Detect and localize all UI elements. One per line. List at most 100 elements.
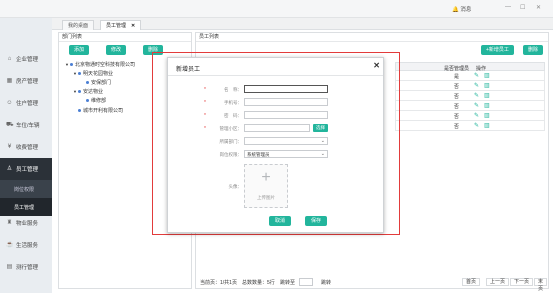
department-label: 所属部门： [219,139,243,144]
cancel-button[interactable]: 取消 [269,216,292,226]
sidebar: ⌂ 企业管理 ▦ 房产管理 ☺ 住户管理 ⛟ 车位/车辆 ¥ 收费管理 ♙ 员工管理 岗位权… [0,18,52,293]
upload-label: 上传图片 [257,195,275,200]
tab-staff[interactable]: 员工管理 ✕ [100,20,142,30]
community-label: 管理小区： [219,126,243,131]
sidebar-item-label: 车位/车辆 [16,123,40,129]
node-icon [70,63,73,67]
save-button[interactable]: 保存 [305,216,328,226]
table-row: 否 ✎ ▥ [395,101,545,111]
edit-icon[interactable]: ✎ [474,112,479,119]
sidebar-subitem-positions[interactable]: 岗位权限 [0,180,52,198]
messages-label: 消息 [460,7,472,13]
cell-admin: 否 [454,104,460,110]
first-page-button[interactable]: 首页 [462,278,481,286]
tree-node-label: 安保部门 [91,80,112,86]
role-value: 系统管理员 [247,152,270,157]
sidebar-item-testing[interactable]: ▤ 测行管理 [0,256,52,278]
cell-admin: 否 [454,94,460,100]
node-icon [86,99,89,103]
sidebar-item-label: 生活服务 [16,243,39,249]
table-header: 是否管理员 操作 [395,62,545,72]
pagination: 当前页：1/共1页 总数数量：5行 跳转至 跳转 首页 上一页 下一页 末页 [197,278,548,292]
panel-title: 部门列表 [59,33,191,42]
dialog-header: 新增员工 ✕ [168,58,383,76]
tree-node[interactable]: ▼ 安达物业 [73,88,103,95]
tree-node-label: 北京物通时空科技有限公司 [75,62,136,68]
edit-icon[interactable]: ✎ [474,102,479,109]
total-count: 总数数量：5行 [242,280,275,286]
sidebar-item-label: 企业管理 [16,57,39,63]
car-icon: ⛟ [6,121,14,128]
trash-icon[interactable]: ▥ [484,112,490,119]
page-jump-input[interactable] [299,278,313,286]
close-window-icon[interactable]: ✕ [536,4,541,11]
edit-icon[interactable]: ✎ [474,72,479,79]
sidebar-item-life-service[interactable]: ☕ 生活服务 [0,234,52,256]
panel-title: 员工列表 [196,33,548,42]
minimize-icon[interactable]: — [505,4,511,10]
edit-icon[interactable]: ✎ [474,122,479,129]
tree-node-label: 城市开利有限公司 [83,108,124,114]
goto-label: 跳转至 [280,280,296,286]
avatar-upload[interactable]: + 上传图片 [244,164,288,208]
sidebar-item-fees[interactable]: ¥ 收费管理 [0,136,52,158]
edit-icon[interactable]: ✎ [474,92,479,99]
trash-icon[interactable]: ▥ [484,122,490,129]
tab-desktop[interactable]: 我的桌面 [62,20,95,30]
edit-icon[interactable]: ✎ [474,82,479,89]
node-icon [78,109,81,113]
password-input[interactable] [244,111,328,119]
last-page-button[interactable]: 末页 [534,278,548,292]
sidebar-item-residents[interactable]: ☺ 住户管理 [0,92,52,114]
delete-employee-button[interactable]: 删除 [523,45,544,55]
tree-node[interactable]: 城市开利有限公司 [78,107,123,114]
edit-department-button[interactable]: 修改 [106,45,127,55]
plus-icon: + [261,169,271,186]
cell-admin: 是 [454,74,460,80]
tree-node[interactable]: 安保部门 [86,79,111,86]
prev-page-button[interactable]: 上一页 [486,278,510,286]
grid-icon: ▤ [6,263,13,270]
sidebar-item-label: 房产管理 [16,79,39,85]
community-input[interactable] [244,124,310,132]
avatar-label: 头像： [228,184,243,189]
node-icon [78,72,81,76]
phone-label: 手机号： [224,100,242,105]
next-page-button[interactable]: 下一页 [510,278,534,286]
tree-node[interactable]: ▼ 北京物通时空科技有限公司 [65,61,135,68]
page-info: 当前页：1/共1页 [200,280,237,286]
users-icon: ☺ [6,99,13,106]
sidebar-item-label: 员工管理 [16,167,39,173]
tree-node[interactable]: 维修部 [86,97,106,104]
maximize-icon[interactable]: ☐ [520,4,525,11]
sidebar-item-label: 住户管理 [16,101,39,107]
messages-link[interactable]: 🔔 消息 [452,5,471,13]
sidebar-item-staff[interactable]: ♙ 员工管理 [0,158,52,180]
sidebar-item-label: 测行管理 [16,265,39,271]
node-icon [78,90,81,94]
department-select[interactable]: ⌄ [244,137,328,145]
node-icon [86,81,89,85]
role-select[interactable]: 系统管理员 ⌄ [244,150,328,158]
sidebar-item-property[interactable]: ▦ 房产管理 [0,70,52,92]
service-icon: ♜ [6,219,13,226]
trash-icon[interactable]: ▥ [484,102,490,109]
tree-node[interactable]: ▼ 明天花园物业 [73,70,113,77]
community-select-button[interactable]: 选择 [313,124,328,132]
trash-icon[interactable]: ▥ [484,82,490,89]
jump-button[interactable]: 跳转 [321,279,331,286]
table-row: 否 ✎ ▥ [395,111,545,121]
sidebar-item-label: 收费管理 [16,145,39,151]
add-department-button[interactable]: 添加 [69,45,90,55]
life-icon: ☕ [6,241,14,248]
name-input[interactable] [244,85,328,93]
trash-icon[interactable]: ▥ [484,72,490,79]
close-tab-icon[interactable]: ✕ [131,23,135,29]
sidebar-item-property-service[interactable]: ♜ 物业服务 [0,212,52,234]
trash-icon[interactable]: ▥ [484,92,490,99]
sidebar-item-enterprise[interactable]: ⌂ 企业管理 [0,48,52,70]
sidebar-item-parking[interactable]: ⛟ 车位/车辆 [0,114,52,136]
phone-input[interactable] [244,98,328,106]
add-employee-button[interactable]: +新增员工 [481,45,514,55]
close-icon[interactable]: ✕ [373,61,380,70]
